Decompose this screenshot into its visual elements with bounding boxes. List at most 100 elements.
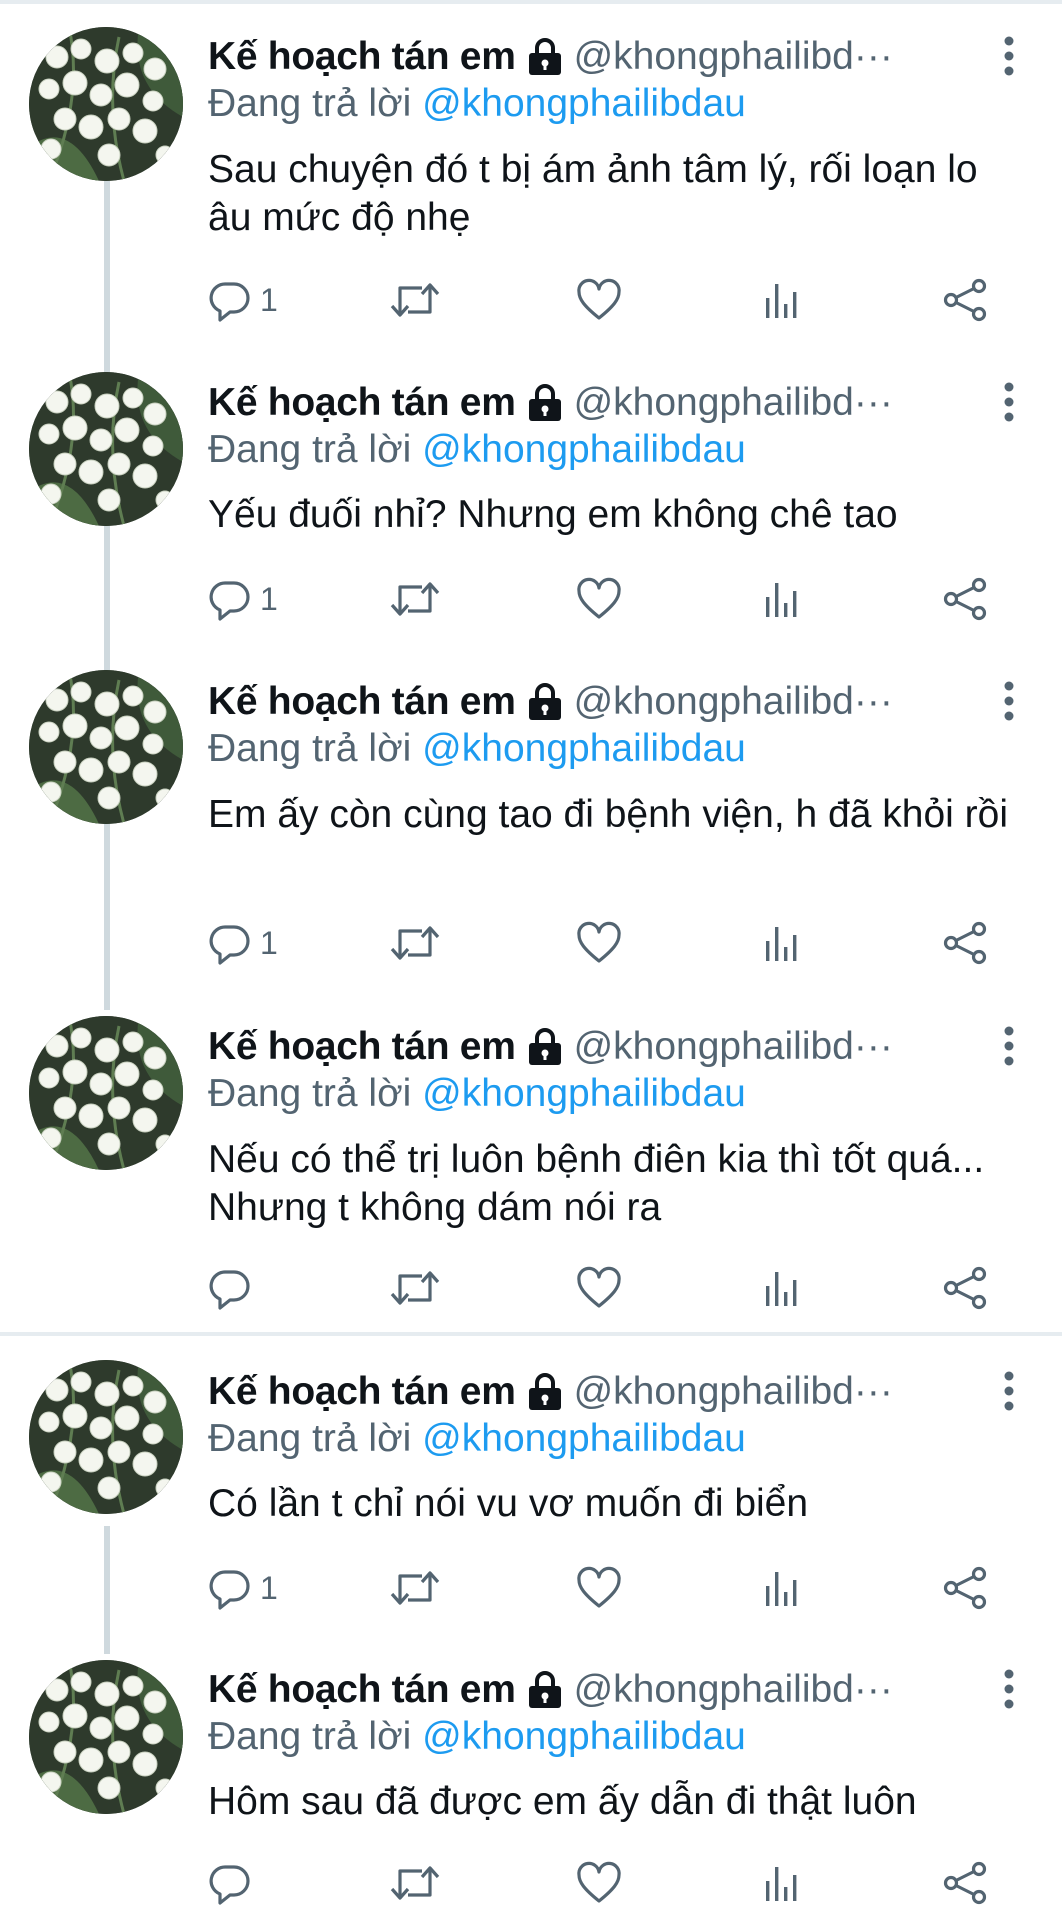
replying-to-label: Đang trả lời <box>208 82 412 125</box>
replying-to-label: Đang trả lời <box>208 1715 412 1758</box>
reply-icon <box>208 1566 252 1610</box>
display-name[interactable]: Kế hoạch tán em <box>208 1668 516 1712</box>
share-button[interactable] <box>942 574 988 624</box>
reply-button[interactable] <box>208 1263 260 1313</box>
share-icon <box>942 278 988 322</box>
user-handle[interactable]: @khongphailibd··· <box>574 35 893 79</box>
like-button[interactable] <box>576 1858 622 1908</box>
reply-button[interactable]: 1 <box>208 1563 278 1613</box>
share-button[interactable] <box>942 1263 988 1313</box>
lock-icon <box>526 682 564 722</box>
reply-count: 1 <box>260 281 278 318</box>
reply-button[interactable]: 1 <box>208 574 278 624</box>
avatar[interactable] <box>29 670 183 824</box>
retweet-button[interactable] <box>388 1858 442 1908</box>
analytics-icon <box>762 1266 802 1310</box>
avatar[interactable] <box>29 1660 183 1814</box>
replying-to: Đang trả lời @khongphailibdau <box>208 727 746 771</box>
analytics-icon <box>762 577 802 621</box>
user-handle[interactable]: @khongphailibd··· <box>574 381 893 425</box>
user-handle[interactable]: @khongphailibd··· <box>574 1025 893 1069</box>
more-vertical-icon[interactable] <box>1002 681 1016 721</box>
display-name[interactable]: Kế hoạch tán em <box>208 1370 516 1414</box>
tweet[interactable]: Kế hoạch tán em @khongphailibd··· Đang t… <box>0 1636 1062 1920</box>
mention-link[interactable]: @khongphailibdau <box>422 727 746 770</box>
avatar[interactable] <box>29 372 183 526</box>
display-name[interactable]: Kế hoạch tán em <box>208 35 516 79</box>
like-button[interactable] <box>576 918 622 968</box>
user-handle[interactable]: @khongphailibd··· <box>574 680 893 724</box>
tweet-text: Nếu có thể trị luôn bệnh điên kia thì tố… <box>208 1138 985 1229</box>
reply-button[interactable]: 1 <box>208 918 278 968</box>
display-name[interactable]: Kế hoạch tán em <box>208 381 516 425</box>
share-button[interactable] <box>942 275 988 325</box>
tweet-header: Kế hoạch tán em @khongphailibd··· <box>208 32 1038 82</box>
tweet[interactable]: Kế hoạch tán em @khongphailibd··· Đang t… <box>0 1336 1062 1636</box>
avatar[interactable] <box>29 1016 183 1170</box>
analytics-button[interactable] <box>762 1858 802 1908</box>
tweet-header: Kế hoạch tán em @khongphailibd··· <box>208 677 1038 727</box>
retweet-button[interactable] <box>388 1263 442 1313</box>
analytics-button[interactable] <box>762 918 802 968</box>
mention-link[interactable]: @khongphailibdau <box>422 1072 746 1115</box>
like-button[interactable] <box>576 1263 622 1313</box>
more-vertical-icon[interactable] <box>1002 1669 1016 1709</box>
replying-to: Đang trả lời @khongphailibdau <box>208 82 746 126</box>
display-name[interactable]: Kế hoạch tán em <box>208 680 516 724</box>
tweet[interactable]: Kế hoạch tán em @khongphailibd··· Đang t… <box>0 0 1062 340</box>
retweet-button[interactable] <box>388 275 442 325</box>
user-handle[interactable]: @khongphailibd··· <box>574 1668 893 1712</box>
replying-to: Đang trả lời @khongphailibdau <box>208 1715 746 1759</box>
share-icon <box>942 1266 988 1310</box>
analytics-button[interactable] <box>762 1563 802 1613</box>
reply-icon <box>208 1266 252 1310</box>
mention-link[interactable]: @khongphailibdau <box>422 82 746 125</box>
tweet-header: Kế hoạch tán em @khongphailibd··· <box>208 1022 1038 1072</box>
tweet-actions: 1 <box>208 1563 1008 1613</box>
retweet-icon <box>388 577 442 621</box>
tweet-header: Kế hoạch tán em @khongphailibd··· <box>208 378 1038 428</box>
tweet[interactable]: Kế hoạch tán em @khongphailibd··· Đang t… <box>0 345 1062 645</box>
avatar[interactable] <box>29 27 183 181</box>
retweet-button[interactable] <box>388 574 442 624</box>
tweet[interactable]: Kế hoạch tán em @khongphailibd··· Đang t… <box>0 645 1062 990</box>
retweet-button[interactable] <box>388 1563 442 1613</box>
mention-link[interactable]: @khongphailibdau <box>422 428 746 471</box>
analytics-icon <box>762 278 802 322</box>
share-button[interactable] <box>942 1858 988 1908</box>
retweet-icon <box>388 278 442 322</box>
reply-icon <box>208 921 252 965</box>
retweet-button[interactable] <box>388 918 442 968</box>
replying-to-label: Đang trả lời <box>208 1417 412 1460</box>
analytics-button[interactable] <box>762 574 802 624</box>
more-vertical-icon[interactable] <box>1002 1371 1016 1411</box>
analytics-button[interactable] <box>762 1263 802 1313</box>
more-vertical-icon[interactable] <box>1002 1026 1016 1066</box>
like-button[interactable] <box>576 275 622 325</box>
tweet[interactable]: Kế hoạch tán em @khongphailibd··· Đang t… <box>0 990 1062 1330</box>
reply-count: 1 <box>260 580 278 617</box>
analytics-button[interactable] <box>762 275 802 325</box>
share-button[interactable] <box>942 918 988 968</box>
replying-to: Đang trả lời @khongphailibdau <box>208 428 746 472</box>
user-handle[interactable]: @khongphailibd··· <box>574 1370 893 1414</box>
reply-button[interactable]: 1 <box>208 275 278 325</box>
reply-button[interactable] <box>208 1858 260 1908</box>
like-button[interactable] <box>576 574 622 624</box>
display-name[interactable]: Kế hoạch tán em <box>208 1025 516 1069</box>
share-button[interactable] <box>942 1563 988 1613</box>
mention-link[interactable]: @khongphailibdau <box>422 1715 746 1758</box>
retweet-icon <box>388 921 442 965</box>
heart-icon <box>576 1861 622 1905</box>
share-icon <box>942 921 988 965</box>
lock-icon <box>526 1372 564 1412</box>
share-icon <box>942 577 988 621</box>
like-button[interactable] <box>576 1563 622 1613</box>
lock-icon <box>526 1670 564 1710</box>
more-vertical-icon[interactable] <box>1002 382 1016 422</box>
avatar[interactable] <box>29 1360 183 1514</box>
mention-link[interactable]: @khongphailibdau <box>422 1417 746 1460</box>
lock-icon <box>526 37 564 77</box>
more-vertical-icon[interactable] <box>1002 36 1016 76</box>
tweet-actions: 1 <box>208 275 1008 325</box>
